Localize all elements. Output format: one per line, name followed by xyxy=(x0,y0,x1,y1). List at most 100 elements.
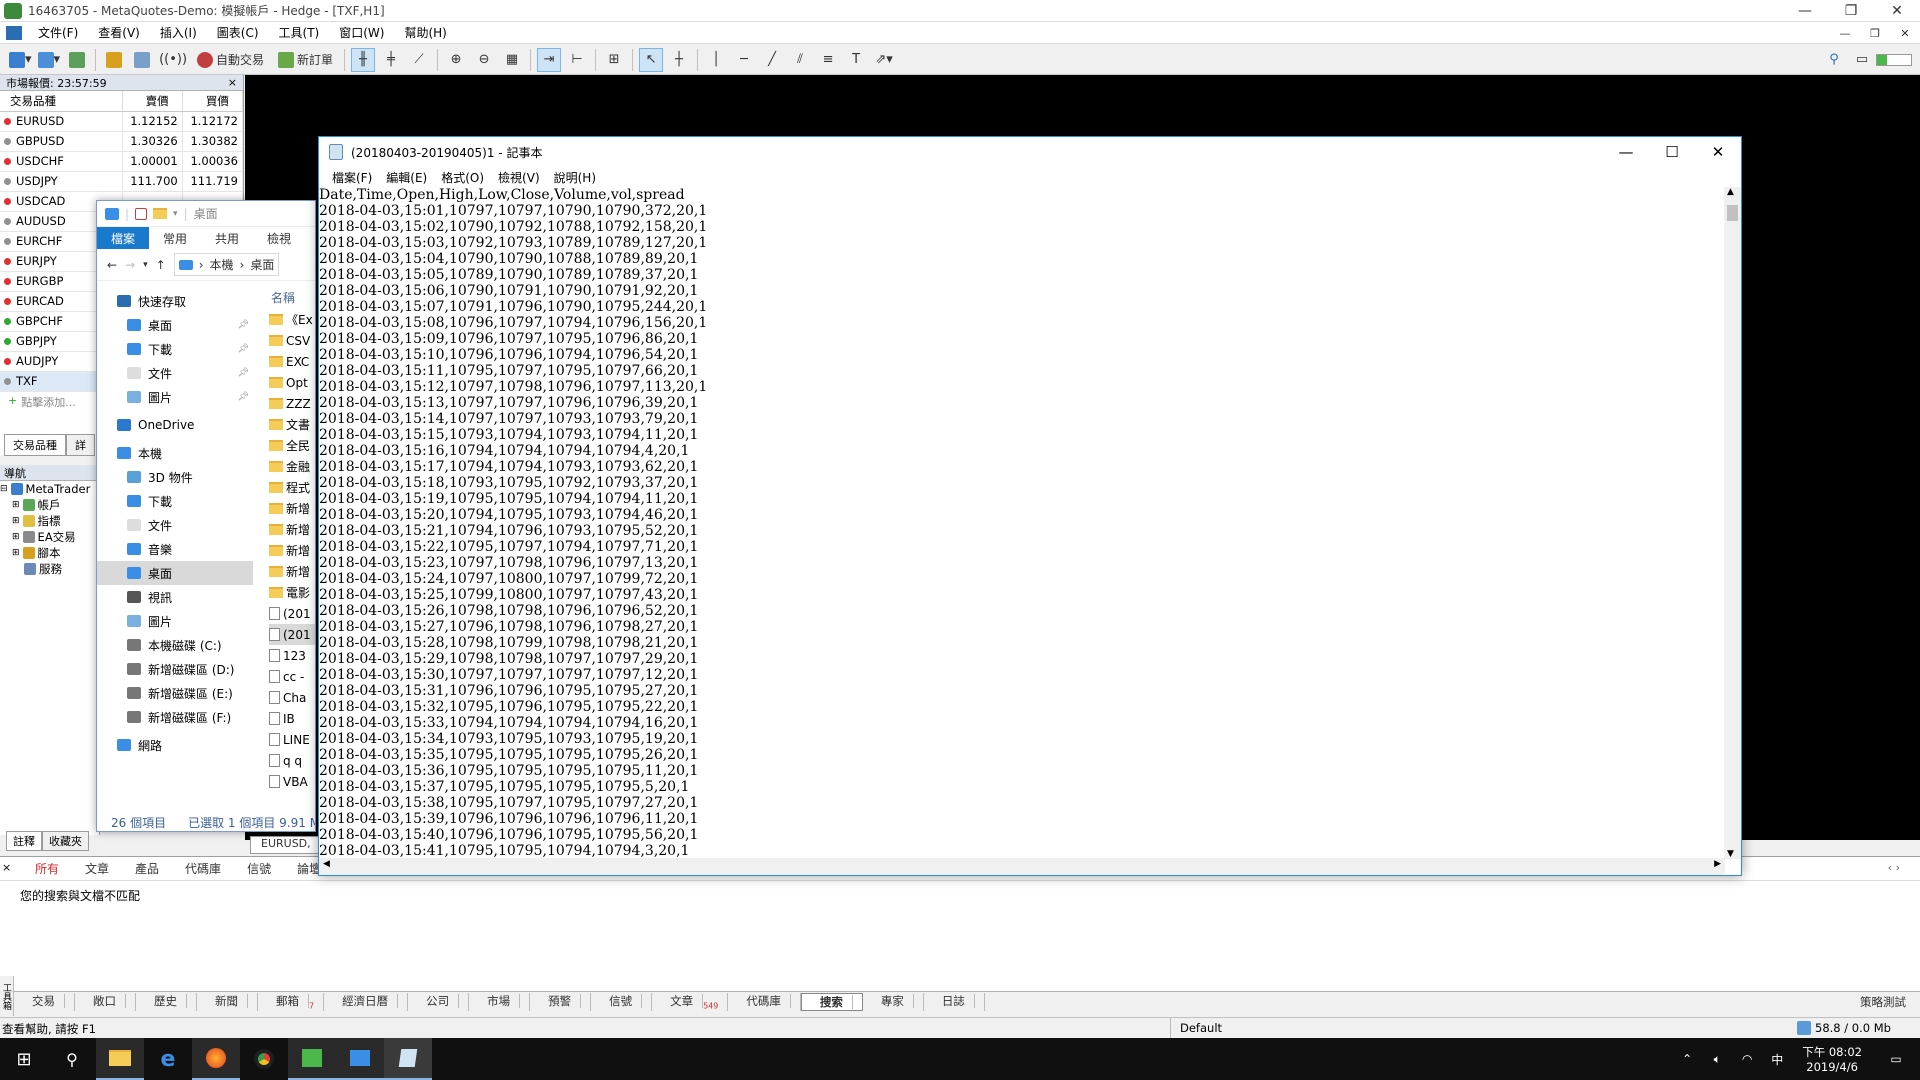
horizontal-scrollbar[interactable]: ◀ ▶ xyxy=(319,858,1725,875)
file-item[interactable]: 新增 xyxy=(269,498,315,519)
market-watch-row[interactable]: USDCHF 1.00001 1.00036 xyxy=(0,151,244,172)
terminal-tab[interactable]: 經濟日曆 xyxy=(324,992,409,1011)
terminal-tab[interactable]: 信號 xyxy=(591,992,653,1011)
firefox-taskbar-icon[interactable] xyxy=(192,1038,240,1080)
notepad-taskbar-icon[interactable] xyxy=(384,1038,432,1080)
new-chart-icon[interactable]: ▾ xyxy=(8,48,33,72)
tab-comments[interactable]: 註釋 xyxy=(6,831,42,851)
toolbox-side-label[interactable]: 工具箱 xyxy=(0,976,14,1016)
new-order-button[interactable]: 新訂單 xyxy=(273,48,338,72)
search-taskbar-icon[interactable]: ⚲ xyxy=(48,1038,96,1080)
auto-trade-button[interactable]: 自動交易 xyxy=(192,48,269,72)
symbol-cell[interactable]: GBPUSD xyxy=(0,131,123,152)
file-item[interactable]: EXC xyxy=(269,351,315,372)
chart-close-button[interactable]: ✕ xyxy=(1890,22,1920,44)
menu-help[interactable]: 幫助(H) xyxy=(394,24,456,41)
address-segment[interactable]: 本機 xyxy=(210,256,234,273)
file-item[interactable]: q q xyxy=(269,750,315,771)
pin-icon[interactable]: 📌︎ xyxy=(238,344,249,354)
file-item[interactable]: CSV xyxy=(269,330,315,351)
chart-window-icon[interactable] xyxy=(6,25,22,40)
terminal-tab[interactable]: 郵箱 7 xyxy=(258,992,325,1011)
candlestick-icon[interactable]: ╪ xyxy=(379,48,403,72)
text-icon[interactable]: T xyxy=(844,48,868,72)
chart-shift-icon[interactable]: ⊢ xyxy=(565,48,589,72)
scroll-down-icon[interactable]: ▼ xyxy=(1727,849,1734,859)
nav-item-services[interactable]: 服務 xyxy=(0,561,99,577)
crosshair-icon[interactable]: ┼ xyxy=(667,48,691,72)
chrome-taskbar-icon[interactable] xyxy=(240,1038,288,1080)
nav-pane-item[interactable]: 本機磁碟 (C:) xyxy=(97,633,253,657)
address-bar[interactable]: › 本機 › 桌面 xyxy=(173,253,280,276)
search-icon[interactable]: ⚲ xyxy=(1822,48,1846,72)
nav-pane-item[interactable]: OneDrive xyxy=(97,413,253,437)
edge-taskbar-icon[interactable]: e xyxy=(144,1038,192,1080)
mt-close-button[interactable]: ✕ xyxy=(1874,0,1920,22)
file-item[interactable]: 新增 xyxy=(269,540,315,561)
file-item[interactable]: 程式 xyxy=(269,477,315,498)
terminal-tab[interactable]: 公司 xyxy=(408,992,470,1011)
forward-icon[interactable]: → xyxy=(125,258,135,272)
nav-pane-item[interactable]: 網路 xyxy=(97,733,253,757)
indicators-icon[interactable]: ⊞ xyxy=(602,48,626,72)
market-watch-row[interactable]: GBPUSD 1.30326 1.30382 xyxy=(0,131,244,152)
line-chart-icon[interactable]: ⟋ xyxy=(407,48,431,72)
nav-pane-item[interactable]: 音樂 xyxy=(97,537,253,561)
nav-pane-item[interactable]: 快速存取 xyxy=(97,289,253,313)
nav-pane-item[interactable]: 新增磁碟區 (E:) xyxy=(97,681,253,705)
file-item[interactable]: LINE xyxy=(269,729,315,750)
scroll-right-icon[interactable]: ▶ xyxy=(1714,859,1721,869)
terminal-tab[interactable]: 交易 xyxy=(14,992,75,1011)
back-icon[interactable]: ← xyxy=(107,258,117,272)
chart-restore-button[interactable]: ❐ xyxy=(1860,22,1890,44)
col-bid[interactable]: 賣價 xyxy=(122,91,183,112)
nav-pane-item[interactable]: 視訊 xyxy=(97,585,253,609)
file-item[interactable]: 文書 xyxy=(269,414,315,435)
menu-tools[interactable]: 工具(T) xyxy=(269,24,330,41)
notifications-icon[interactable]: ▭ xyxy=(1872,1038,1920,1080)
profiles-icon[interactable]: ▾ xyxy=(37,48,62,72)
tile-windows-icon[interactable]: ▦ xyxy=(500,48,524,72)
mt-restore-button[interactable]: ❐ xyxy=(1828,0,1874,22)
nav-pane-item[interactable]: 3D 物件 xyxy=(97,465,253,489)
file-item[interactable]: VBA xyxy=(269,771,315,792)
nav-pane-item[interactable]: 桌面 📌︎ xyxy=(97,313,253,337)
ribbon-view-tab[interactable]: 檢視 xyxy=(253,230,305,247)
scroll-left-icon[interactable]: ◀ xyxy=(323,859,330,869)
terminal-close-icon[interactable]: × xyxy=(2,861,11,874)
nav-item-indicators[interactable]: ⊞ 指標 xyxy=(0,513,99,529)
menu-window[interactable]: 窗口(W) xyxy=(329,24,394,41)
quick-access-dropdown-icon[interactable]: ▾ xyxy=(173,209,178,219)
mt-minimize-button[interactable]: — xyxy=(1782,0,1828,22)
terminal-tab[interactable]: 文章 549 xyxy=(652,992,729,1011)
fibonacci-icon[interactable]: ≡ xyxy=(816,48,840,72)
file-item[interactable]: 《Ex xyxy=(269,309,315,330)
terminal-tab[interactable]: 市場 xyxy=(469,992,531,1011)
nav-item-scripts[interactable]: ⊞ 腳本 xyxy=(0,545,99,561)
search-tab[interactable]: 信號 xyxy=(234,860,284,877)
file-item[interactable]: 新增 xyxy=(269,519,315,540)
file-item[interactable]: ZZZ xyxy=(269,393,315,414)
nav-item-experts[interactable]: ⊞ EA交易 xyxy=(0,529,99,545)
metatrader-taskbar-icon[interactable] xyxy=(288,1038,336,1080)
file-item[interactable]: IB xyxy=(269,708,315,729)
search-tab[interactable]: 文章 xyxy=(72,860,122,877)
file-explorer-taskbar-icon[interactable] xyxy=(96,1038,144,1080)
volume-icon[interactable]: 🔈︎ xyxy=(1702,1038,1732,1080)
nav-pane-item[interactable]: 文件 📌︎ xyxy=(97,361,253,385)
nav-pane-item[interactable]: 本機 xyxy=(97,441,253,465)
np-menu-view[interactable]: 檢視(V) xyxy=(491,169,547,186)
file-item[interactable]: (201 xyxy=(269,603,315,624)
np-menu-file[interactable]: 檔案(F) xyxy=(325,169,379,186)
market-watch-row[interactable]: USDJPY 111.700 111.719 xyxy=(0,171,244,192)
trendline-icon[interactable]: ╱ xyxy=(760,48,784,72)
address-segment[interactable]: 桌面 xyxy=(250,256,274,273)
search-tab[interactable]: 產品 xyxy=(122,860,172,877)
photos-taskbar-icon[interactable] xyxy=(336,1038,384,1080)
notepad-close-button[interactable]: ✕ xyxy=(1695,137,1741,167)
pin-icon[interactable]: 📌︎ xyxy=(238,368,249,378)
navigator-icon[interactable] xyxy=(130,48,154,72)
properties-icon[interactable] xyxy=(135,207,148,220)
equidistant-channel-icon[interactable]: ⫽ xyxy=(788,48,812,72)
tab-details[interactable]: 詳 xyxy=(66,434,95,456)
